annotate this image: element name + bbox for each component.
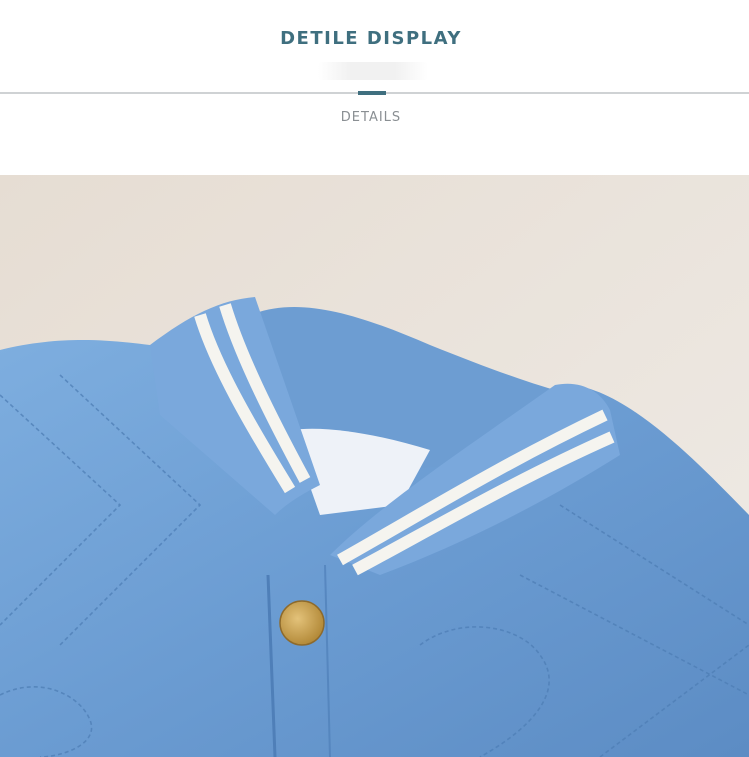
product-photo (0, 175, 749, 757)
divider-accent (358, 91, 386, 95)
faded-subheading (318, 62, 428, 80)
product-detail-page: DETILE DISPLAY DETAILS (0, 0, 749, 757)
section-header: DETILE DISPLAY DETAILS (0, 0, 749, 175)
section-title: DETILE DISPLAY (280, 28, 462, 49)
section-subtitle: DETAILS (340, 110, 402, 125)
jacket-collar-image (0, 175, 749, 757)
